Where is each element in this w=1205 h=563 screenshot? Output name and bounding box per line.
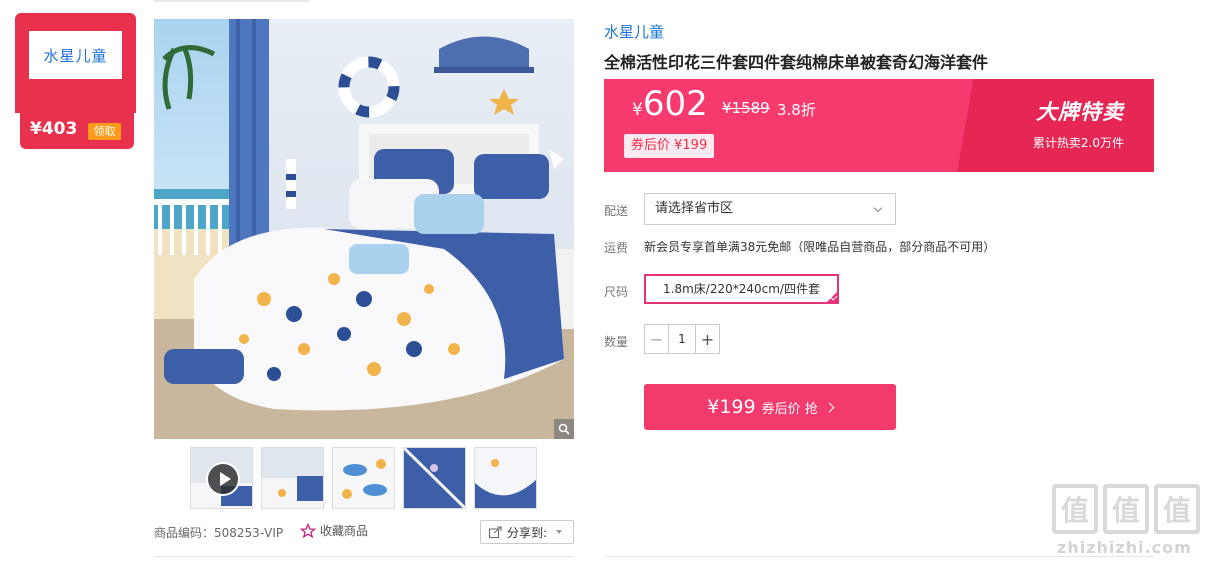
caret-down-icon [556,530,563,534]
current-price: ¥602 [632,84,708,124]
sku-text: 商品编码：508253-VIP [154,526,284,540]
region-select[interactable]: 请选择省市区 [644,193,896,225]
price-value: 602 [642,84,708,124]
thumbnail-video[interactable] [190,447,253,509]
quantity-label: 数量 [604,335,629,349]
favorite-button[interactable]: 收藏商品 [300,522,368,539]
watermark-char: 值 [1154,484,1200,534]
original-price: ¥1589 [722,99,770,117]
product-meta-row: 商品编码：508253-VIP 收藏商品 分享到: [154,520,574,546]
thumbnail-image [262,448,323,508]
buy-button[interactable]: ¥199 券后价 抢 [644,384,896,430]
watermark-logo: 值 值 值 [1052,484,1200,536]
buy-button-price: ¥199 [707,396,756,418]
thumbnail-5[interactable] [474,447,537,509]
price-banner: ¥602 ¥1589 3.8折 券后价 ¥199 大牌特卖 累计热卖2.0万件 [604,79,1154,172]
chevron-right-icon [824,402,835,412]
buy-button-label: 券后价 抢 [761,401,818,417]
favorite-label: 收藏商品 [320,524,369,538]
quantity-increase-button[interactable]: + [695,325,719,353]
quantity-input[interactable]: 1 [669,325,695,353]
shipping-policy: 新会员专享首单满38元免邮（限唯品自营商品，部分商品不可用） [644,240,996,254]
delivery-label: 配送 [604,204,629,218]
zoom-icon[interactable] [554,419,574,439]
star-icon [300,522,316,538]
product-main-image[interactable] [154,19,574,439]
thumbnail-4[interactable] [403,447,466,509]
chevron-down-icon [873,203,883,213]
sales-count: 累计热卖2.0万件 [1032,136,1124,150]
product-title: 全棉活性印花三件套四件套纯棉床单被套奇幻海洋套件 [604,53,989,72]
shipping-label: 运费 [604,241,629,255]
bedroom-illustration [154,19,574,439]
share-dropdown[interactable]: 分享到: [480,520,574,544]
checkmark-icon [825,290,839,304]
watermark-text: zhizhizhi.com [1057,538,1192,557]
divider [154,556,574,557]
share-icon [489,526,502,538]
coupon-price-tag: 券后价 ¥199 [624,134,715,158]
top-divider [154,0,309,2]
thumbnail-3[interactable] [332,447,395,509]
brand-link[interactable]: 水星儿童 [604,21,664,42]
claim-coupon-button[interactable]: 领取 [88,123,121,140]
brand-coupon-tab[interactable]: ¥403 领取 [20,113,134,149]
campaign-title: 大牌特卖 [1036,100,1124,124]
size-option-label: 1.8m床/220*240cm/四件套 [663,282,820,296]
quantity-stepper: − 1 + [644,324,720,354]
discount-rate: 3.8折 [777,101,816,119]
region-placeholder: 请选择省市区 [655,201,734,216]
watermark-char: 值 [1103,484,1149,534]
brand-coupon-price: ¥403 [30,119,78,139]
brand-badge[interactable]: 水星儿童 [15,13,136,113]
size-option-selected[interactable]: 1.8m床/220*240cm/四件套 [644,274,839,304]
thumbnail-image [333,448,394,508]
thumbnail-2[interactable] [261,447,324,509]
thumbnail-image [475,448,536,508]
thumbnail-image [404,448,465,508]
watermark-char: 值 [1052,484,1098,534]
currency-symbol: ¥ [632,100,643,120]
size-label: 尺码 [604,285,629,299]
quantity-decrease-button[interactable]: − [645,325,669,353]
share-label: 分享到: [507,525,548,540]
brand-logo: 水星儿童 [29,31,122,79]
play-icon[interactable] [206,462,240,496]
thumbnail-strip [190,447,537,509]
